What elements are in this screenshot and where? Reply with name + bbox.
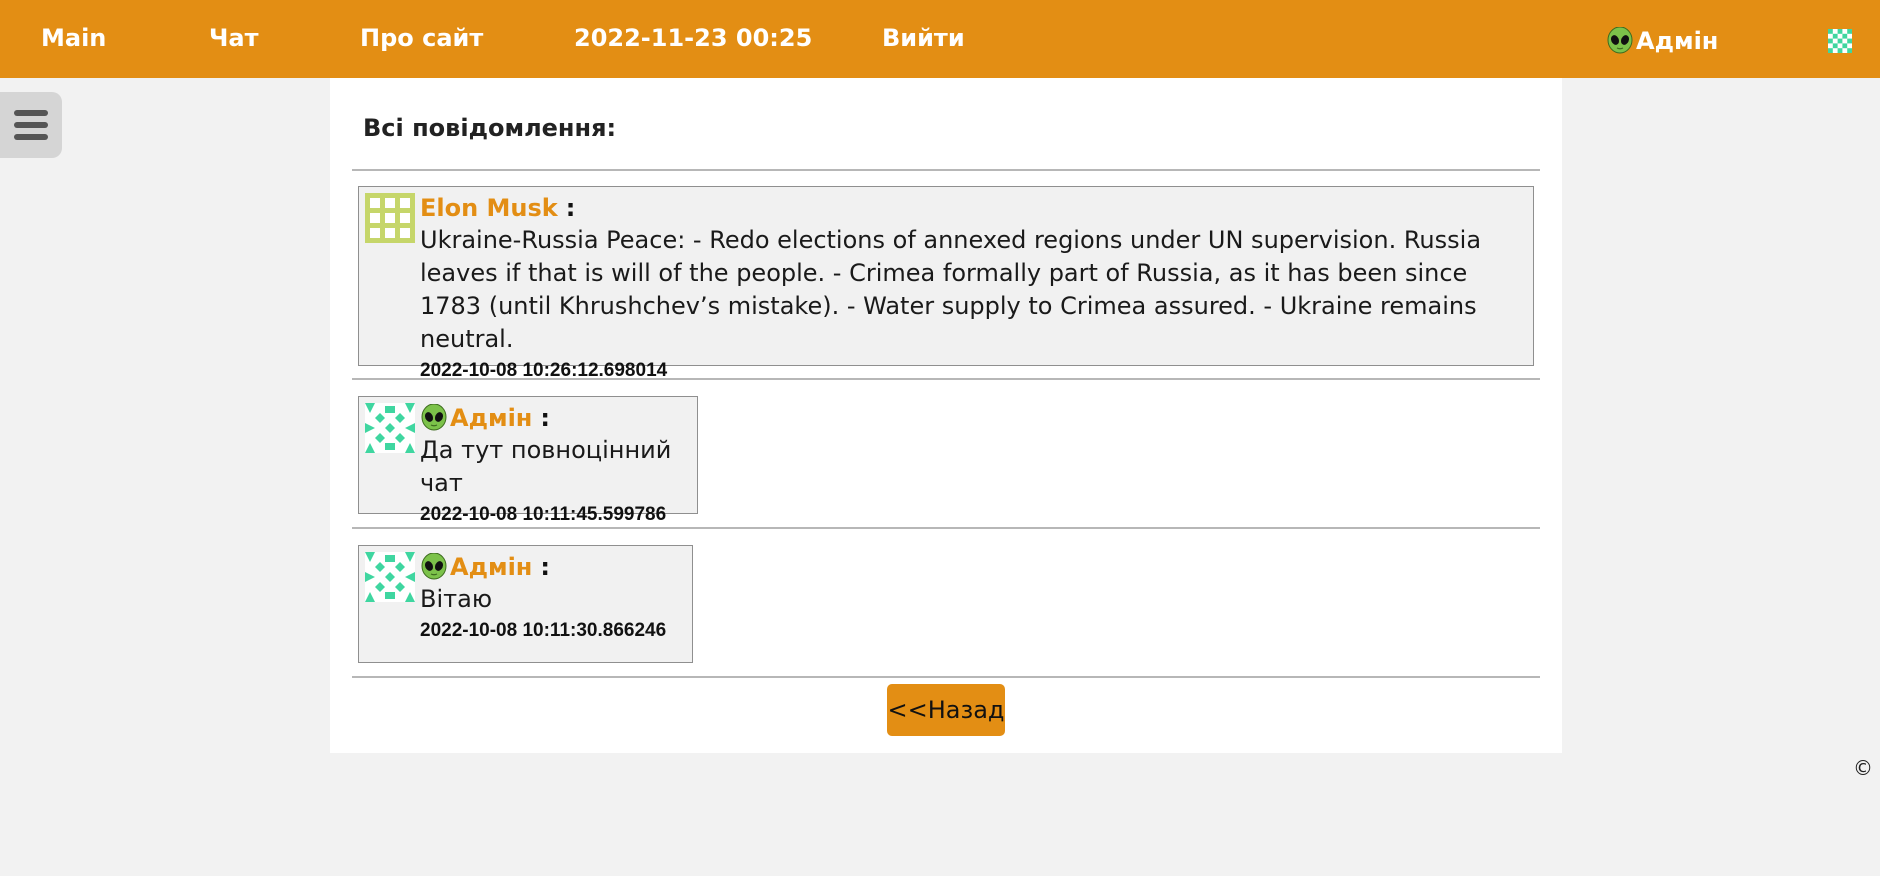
alien-icon (421, 404, 447, 431)
author-separator: : (540, 404, 550, 432)
message-text: Да тут повноцінний чат (420, 436, 672, 497)
author-separator: : (540, 553, 550, 581)
hamburger-icon (14, 110, 48, 116)
nav-user-profile-link[interactable]: Адмін (1606, 25, 1718, 57)
page-title: Всі повідомлення: (363, 114, 617, 142)
message-author-link[interactable]: Адмін (450, 402, 532, 434)
copyright-text: © (1853, 756, 1873, 780)
message-author-link[interactable]: Elon Musk (420, 192, 558, 224)
nav-user-name: Адмін (1636, 27, 1719, 55)
alien-icon (421, 553, 447, 580)
message-item: Адмін : Вітаю 2022-10-08 10:11:30.866246 (358, 545, 693, 663)
message-item: Адмін : Да тут повноцінний чат 2022-10-0… (358, 396, 698, 525)
message-timestamp: 2022-10-08 10:11:45.599786 (420, 504, 667, 525)
top-navbar: Main Чат Про сайт 2022-11-23 00:25 Вийти… (0, 0, 1880, 78)
message-timestamp: 2022-10-08 10:26:12.698014 (420, 360, 668, 381)
nav-about-link[interactable]: Про сайт (360, 22, 483, 54)
nav-main-link[interactable]: Main (41, 22, 106, 54)
divider (352, 378, 1540, 380)
message-timestamp: 2022-10-08 10:11:30.866246 (420, 620, 667, 641)
message-author-link[interactable]: Адмін (450, 551, 532, 583)
avatar-icon (365, 552, 415, 602)
alien-icon (1607, 27, 1633, 54)
user-avatar-icon[interactable] (1828, 29, 1852, 53)
divider (352, 676, 1540, 678)
nav-chat-link[interactable]: Чат (209, 22, 259, 54)
menu-toggle-button[interactable] (0, 92, 62, 158)
hamburger-icon-bar (14, 134, 48, 140)
nav-datetime: 2022-11-23 00:25 (574, 24, 813, 52)
avatar-icon (365, 193, 415, 243)
message-item: Elon Musk : Ukraine-Russia Peace: - Redo… (358, 186, 1534, 381)
message-text: Ukraine-Russia Peace: - Redo elections o… (420, 226, 1482, 353)
nav-logout-link[interactable]: Вийти (882, 22, 965, 54)
divider (352, 169, 1540, 171)
message-text: Вітаю (420, 585, 493, 613)
author-separator: : (565, 194, 576, 222)
hamburger-icon-bar (14, 122, 48, 128)
back-button[interactable]: <<Назад (887, 684, 1005, 736)
divider (352, 527, 1540, 529)
messages-panel: Всі повідомлення: Elon Musk : Ukraine-Ru… (330, 78, 1562, 753)
avatar-icon (365, 403, 415, 453)
